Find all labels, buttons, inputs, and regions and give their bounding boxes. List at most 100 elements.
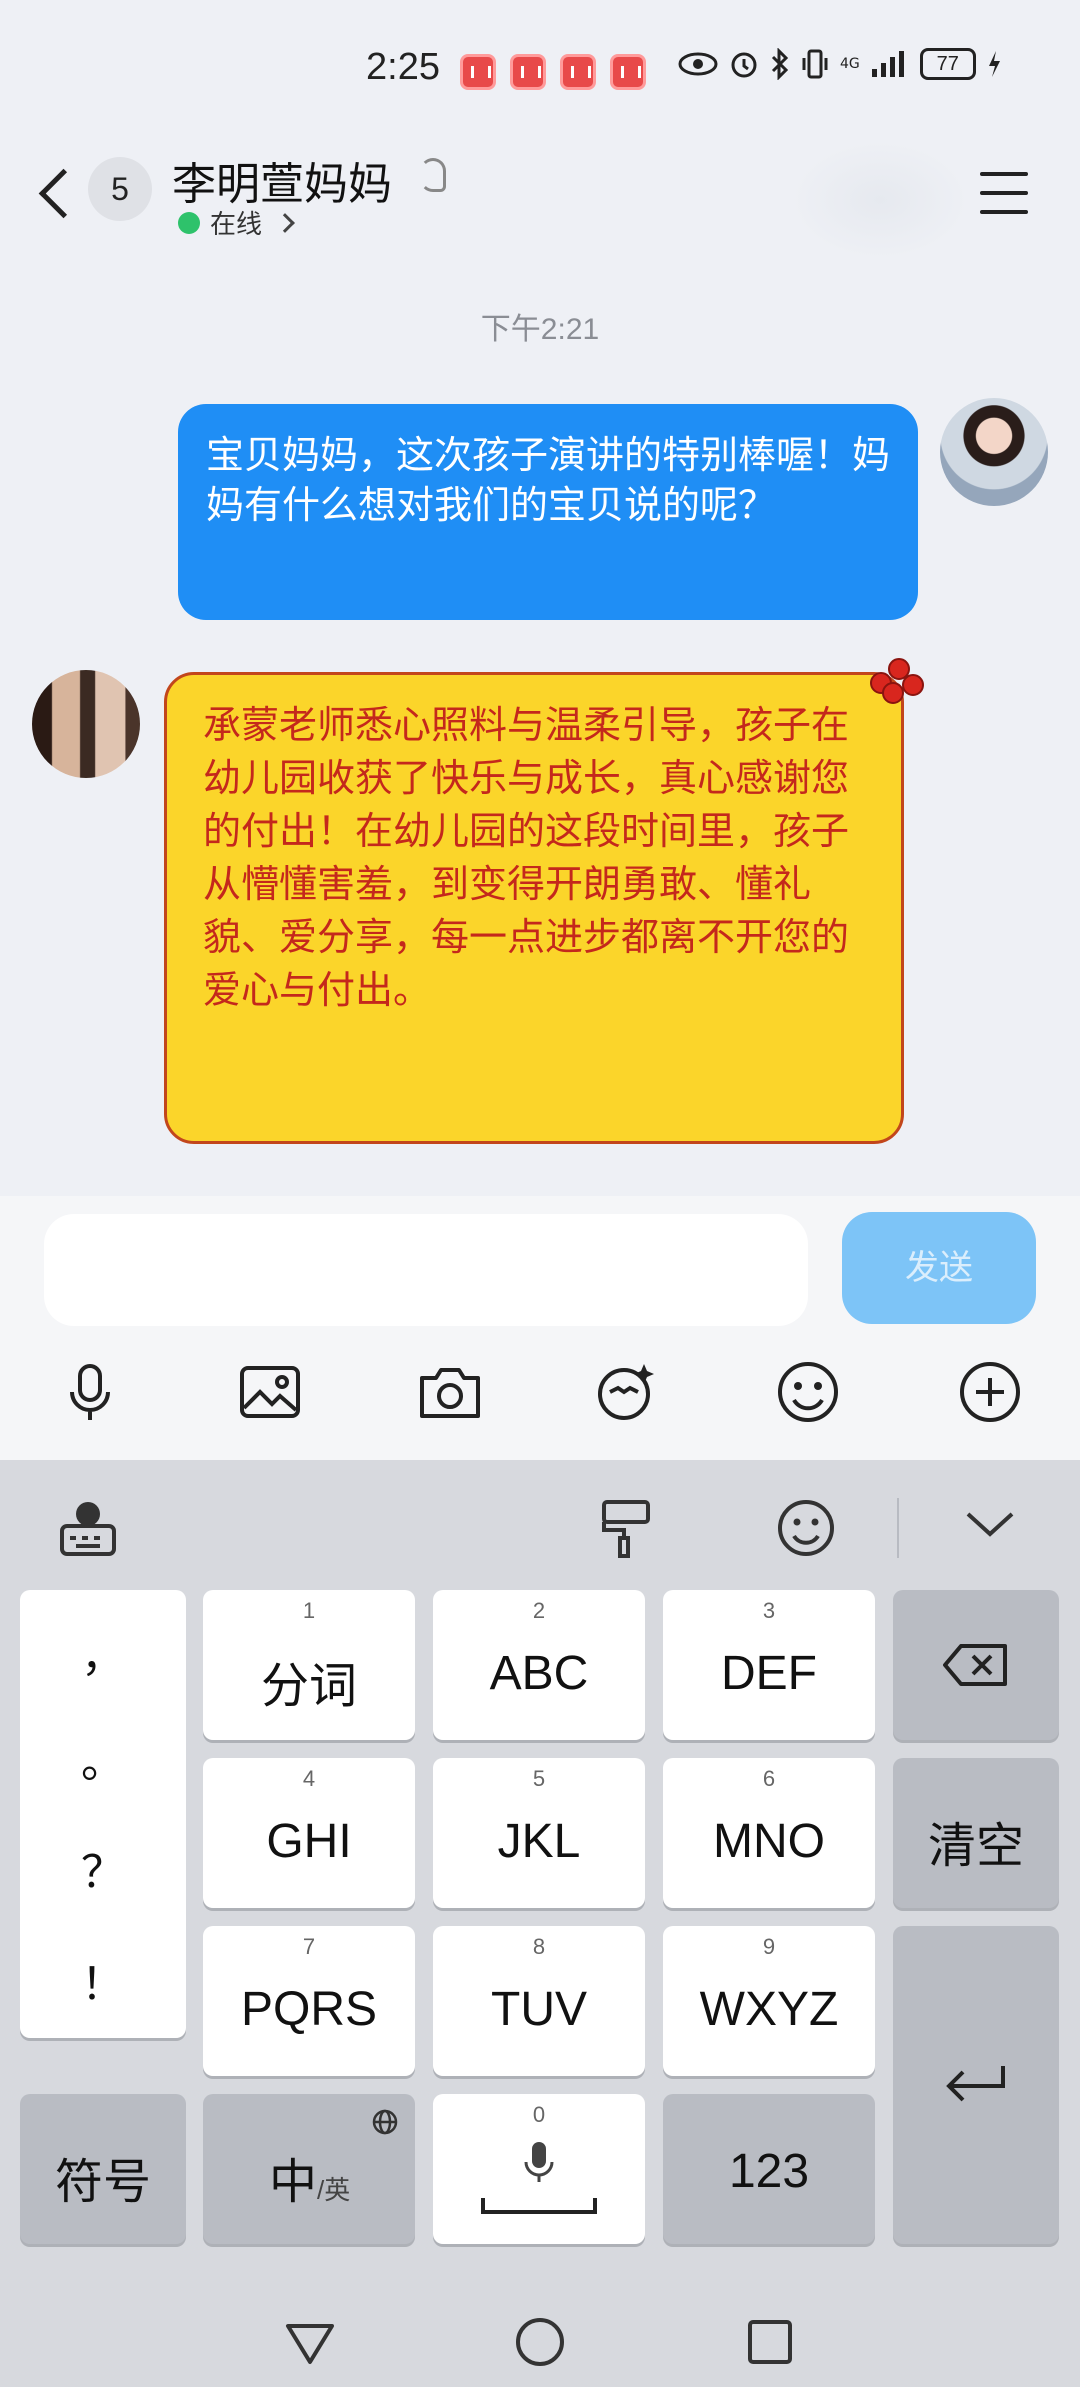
punctuation-key-period[interactable]: 。 (20, 1726, 186, 1790)
clear-key[interactable]: 清空 (893, 1758, 1059, 1908)
online-status[interactable]: 在线 (178, 204, 295, 241)
keyboard-emoji-icon[interactable] (774, 1496, 838, 1560)
message-timestamp: 下午2:21 (480, 313, 600, 346)
language-switch-key[interactable]: 中 /英 (203, 2094, 415, 2244)
signal-icon (871, 51, 904, 77)
key-label: TUV (491, 1983, 587, 2036)
sticker-icon[interactable] (590, 1356, 662, 1428)
send-button[interactable]: 发送 (842, 1212, 1036, 1324)
candy-ball (902, 674, 924, 696)
punctuation-column: ， 。 ？ ！ (20, 1590, 186, 2038)
navigation-bar (0, 2290, 1080, 2387)
key-label: DEF (721, 1647, 817, 1700)
online-dot-icon (178, 211, 200, 234)
punctuation-key-exclamation[interactable]: ！ (20, 1948, 186, 2012)
contact-avatar[interactable] (32, 670, 140, 778)
language-sub-label: /英 (317, 2175, 351, 2205)
key-number: 5 (532, 1766, 546, 1791)
earpiece-mode-icon[interactable] (420, 158, 446, 192)
key-2[interactable]: 2 ABC (433, 1590, 645, 1740)
chat-header: 5 李明萱妈妈 在线 (0, 140, 1080, 270)
key-label: MNO (713, 1815, 825, 1868)
incoming-message-bubble[interactable]: 承蒙老师悉心照料与温柔引导，孩子在幼儿园收获了快乐与成长，真心感谢您的付出！在幼… (164, 672, 904, 1144)
backspace-key[interactable] (893, 1590, 1059, 1740)
language-main-label: 中 (269, 2156, 318, 2209)
space-bar-icon (481, 2198, 597, 2214)
theme-brush-icon[interactable] (596, 1496, 656, 1560)
space-key[interactable]: 0 (433, 2094, 645, 2244)
key-1[interactable]: 1 分词 (203, 1590, 415, 1740)
enter-key[interactable] (893, 1926, 1059, 2244)
globe-icon (372, 2109, 398, 2135)
voice-input-icon (524, 2142, 554, 2182)
key-label: ABC (489, 1647, 589, 1700)
status-time: 2:25 (366, 46, 440, 88)
home-circle-icon[interactable] (510, 2312, 570, 2372)
backspace-icon (943, 1644, 1007, 1686)
charging-icon (988, 51, 1000, 77)
vibrate-icon (802, 49, 828, 79)
key-label: WXYZ (699, 1983, 839, 2036)
keyboard-settings-icon[interactable] (56, 1496, 120, 1560)
bluetooth-icon (771, 48, 789, 80)
key-5[interactable]: 5 JKL (433, 1758, 645, 1908)
menu-button[interactable] (980, 172, 1028, 214)
camera-icon[interactable] (414, 1356, 486, 1428)
key-number: 8 (532, 1934, 546, 1959)
key-number: 1 (302, 1598, 316, 1623)
battery-icon: 77 (919, 48, 976, 80)
status-bar: 2:25 4G 77 (0, 0, 1080, 140)
keyboard-toolbar-divider (897, 1498, 899, 1558)
back-button[interactable] (36, 160, 76, 230)
candy-ball (882, 682, 904, 704)
keyboard: ， 。 ？ ！ 1 分词 2 ABC 3 DEF 4 GHI 5 JKL 6 M… (0, 1460, 1080, 2290)
key-number: 9 (762, 1934, 776, 1959)
emoji-icon[interactable] (772, 1356, 844, 1428)
symbols-key-label: 符号 (54, 2156, 151, 2209)
keyboard-toolbar (0, 1460, 1080, 1582)
back-triangle-icon[interactable] (280, 2312, 340, 2372)
image-icon[interactable] (234, 1356, 306, 1428)
plus-icon[interactable] (954, 1356, 1026, 1428)
chat-toolbar (0, 1346, 1080, 1442)
outgoing-message-bubble[interactable]: 宝贝妈妈，这次孩子演讲的特别棒喔！妈妈有什么想对我们的宝贝说的呢？ (178, 404, 918, 620)
contact-name[interactable]: 李明萱妈妈 (172, 148, 392, 212)
message-input[interactable] (44, 1214, 808, 1326)
input-area: 发送 (0, 1196, 1080, 1460)
unread-count-badge[interactable]: 5 (88, 157, 152, 221)
key-3[interactable]: 3 DEF (663, 1590, 875, 1740)
punctuation-key-question[interactable]: ？ (20, 1836, 186, 1900)
key-label: 分词 (260, 1660, 357, 1713)
key-label: GHI (266, 1815, 352, 1868)
clear-key-label: 清空 (927, 1820, 1024, 1873)
menu-line (980, 191, 1028, 195)
chevron-right-icon (275, 212, 295, 233)
menu-line (980, 172, 1028, 176)
symbols-key[interactable]: 符号 (20, 2094, 186, 2244)
app-notification-icon (560, 54, 596, 90)
key-number: 0 (532, 2102, 546, 2127)
key-number: 7 (302, 1934, 316, 1959)
notification-icons (460, 54, 646, 90)
key-9[interactable]: 9 WXYZ (663, 1926, 875, 2076)
system-icons: 4G 77 (678, 48, 1002, 80)
eye-icon (678, 52, 718, 76)
key-number: 2 (532, 1598, 546, 1623)
alarm-icon (731, 52, 757, 78)
key-6[interactable]: 6 MNO (663, 1758, 875, 1908)
own-avatar[interactable] (940, 398, 1048, 506)
key-number: 3 (762, 1598, 776, 1623)
blurred-region (790, 140, 970, 260)
microphone-icon[interactable] (54, 1356, 126, 1428)
key-4[interactable]: 4 GHI (203, 1758, 415, 1908)
punctuation-key-comma[interactable]: ， (20, 1620, 186, 1684)
enter-icon (946, 2066, 1005, 2102)
numbers-key[interactable]: 123 (663, 2094, 875, 2244)
key-7[interactable]: 7 PQRS (203, 1926, 415, 2076)
app-notification-icon (610, 54, 646, 90)
key-8[interactable]: 8 TUV (433, 1926, 645, 2076)
collapse-keyboard-icon[interactable] (962, 1504, 1018, 1544)
app-notification-icon (510, 54, 546, 90)
recents-square-icon[interactable] (740, 2312, 800, 2372)
menu-line (980, 210, 1028, 214)
